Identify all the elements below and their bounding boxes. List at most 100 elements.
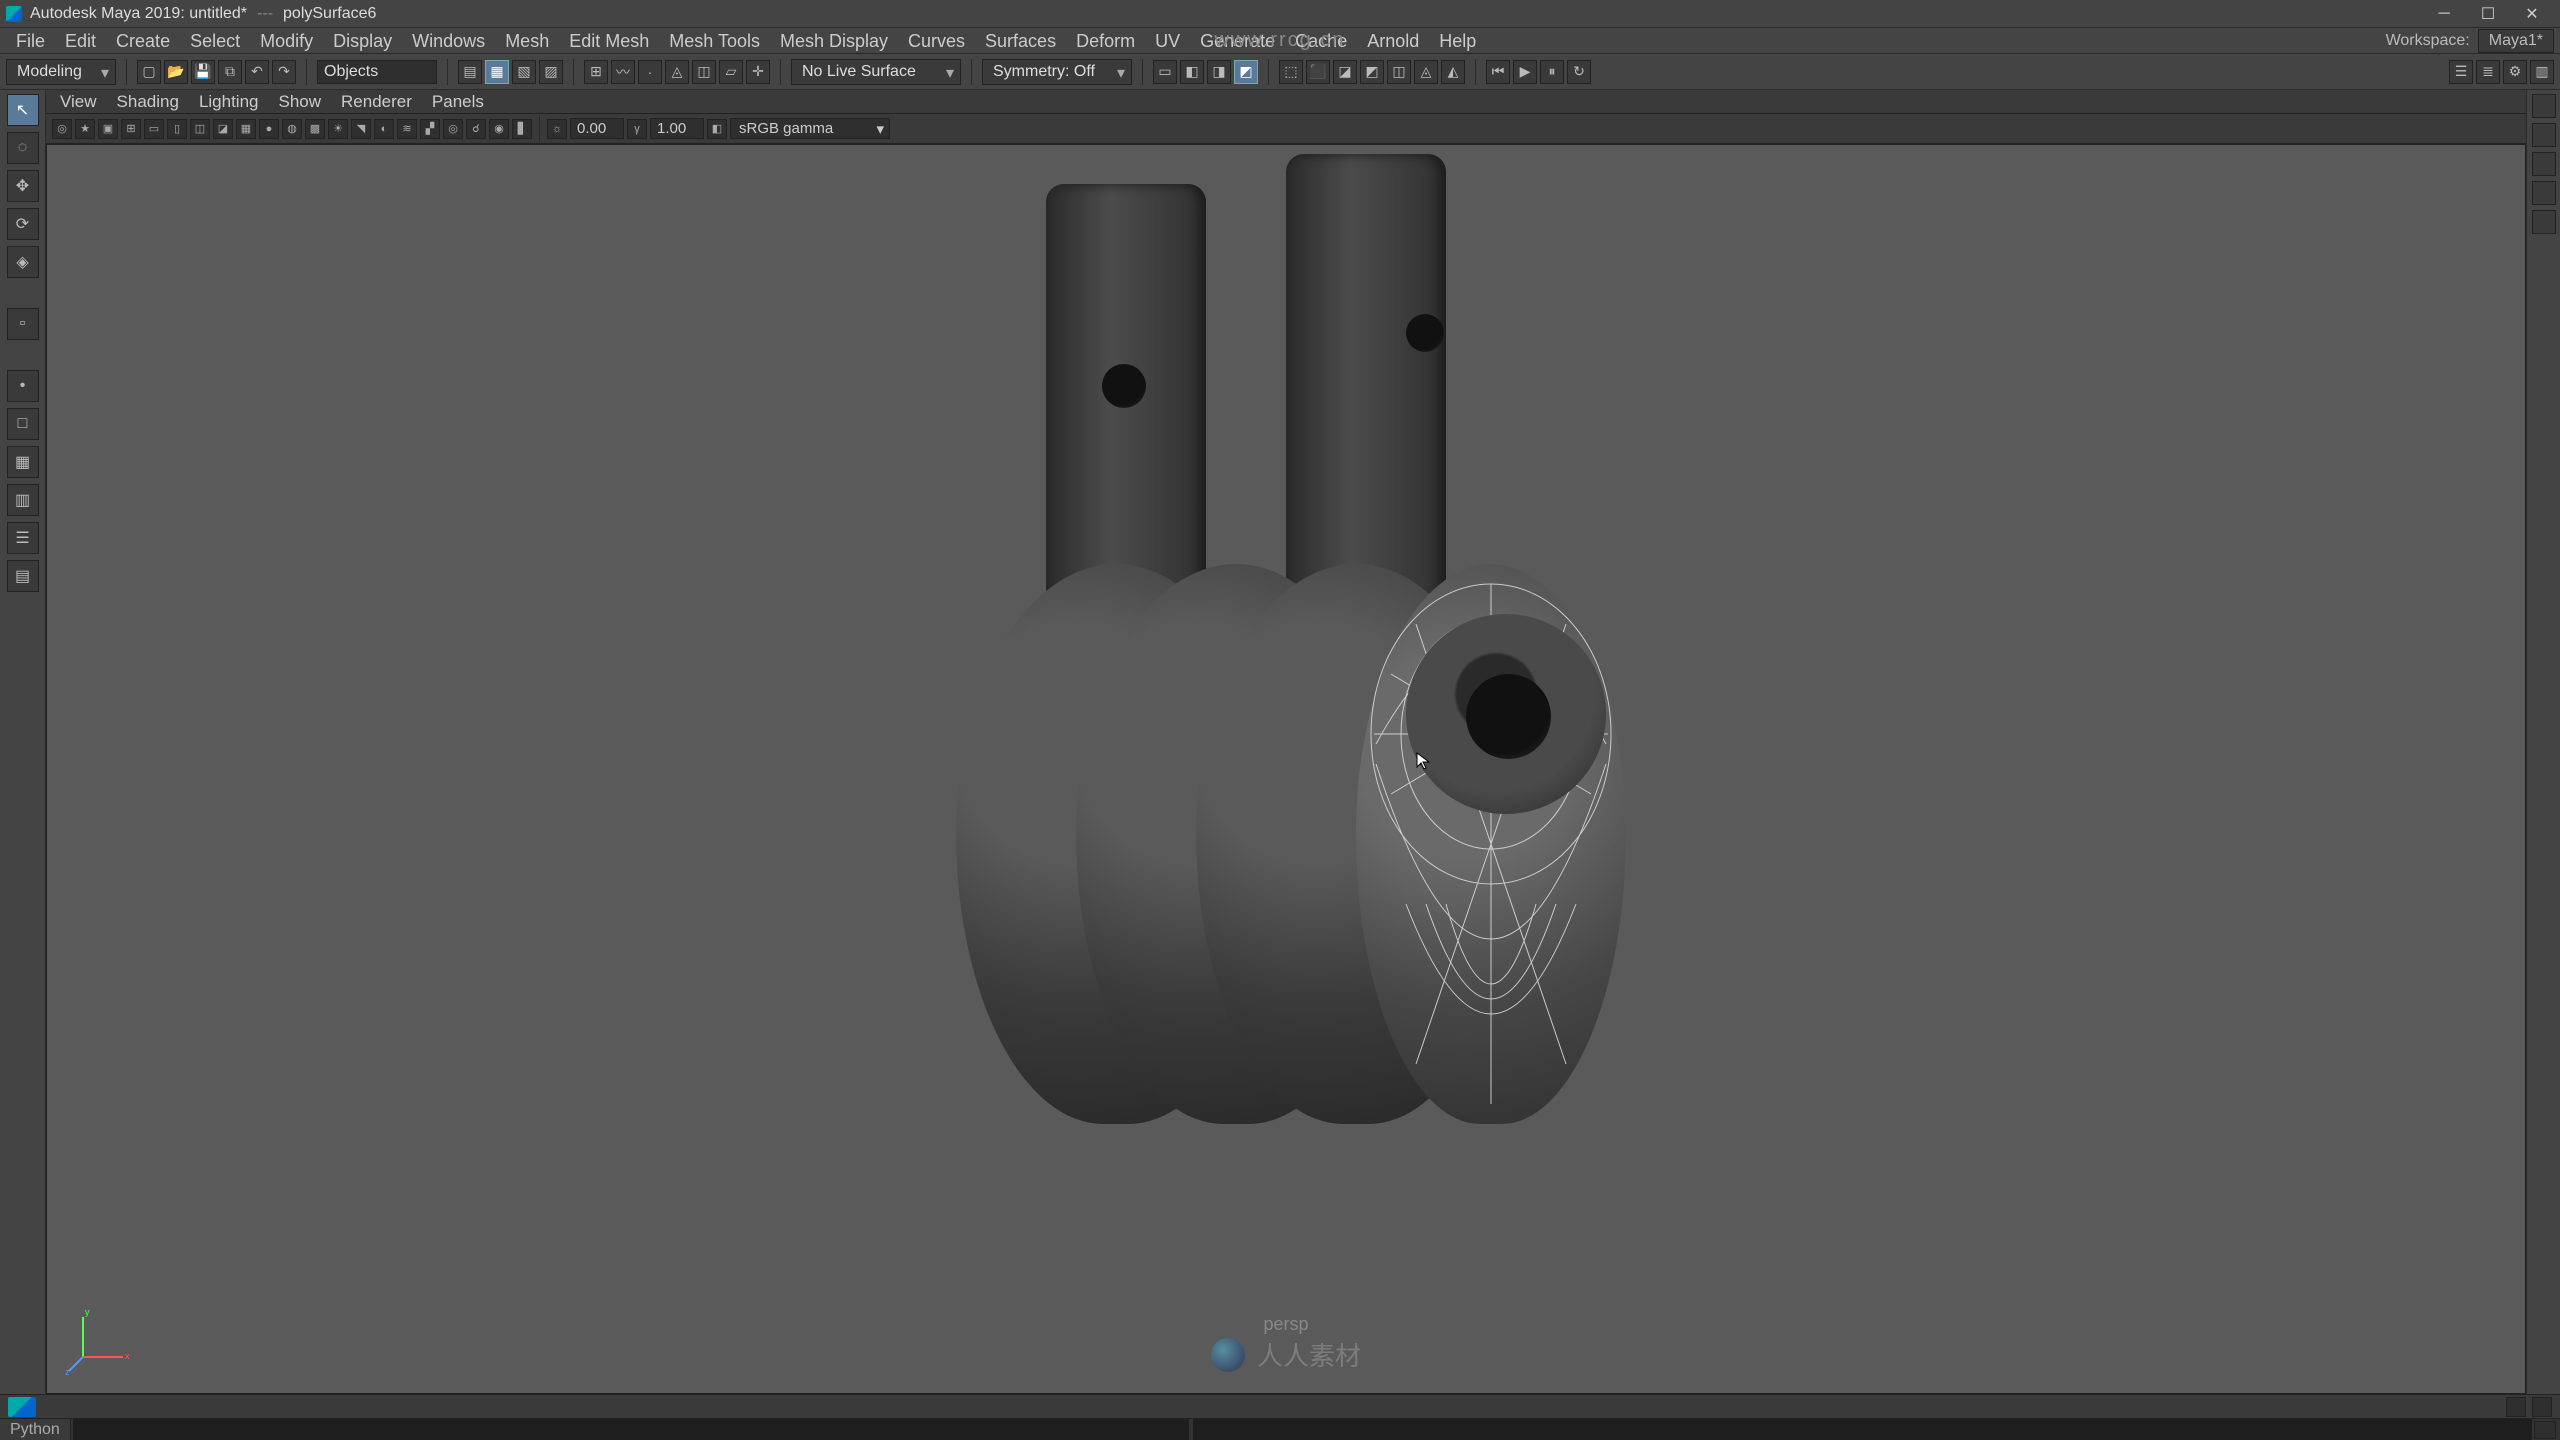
pause-icon[interactable]: ⏸ bbox=[1540, 60, 1564, 84]
open-scene-icon[interactable]: 📂 bbox=[164, 60, 188, 84]
piv-a-icon[interactable]: ⬚ bbox=[1279, 60, 1303, 84]
panelmenu-lighting[interactable]: Lighting bbox=[191, 92, 267, 112]
pt-exposure-icon[interactable]: ☼ bbox=[547, 119, 567, 139]
snap-uv-icon[interactable]: ▱ bbox=[719, 60, 743, 84]
rs-attr-icon[interactable] bbox=[2532, 94, 2556, 118]
menu-mesh-tools[interactable]: Mesh Tools bbox=[659, 28, 770, 54]
pt-xrayactive-icon[interactable]: ◉ bbox=[489, 119, 509, 139]
snap-pivot-icon[interactable]: ✛ bbox=[746, 60, 770, 84]
rs-anim-icon[interactable] bbox=[2532, 210, 2556, 234]
menu-display[interactable]: Display bbox=[323, 28, 402, 54]
piv-b-icon[interactable]: ⬛ bbox=[1306, 60, 1330, 84]
help-line-icon[interactable] bbox=[2532, 1397, 2552, 1417]
constr-c-icon[interactable]: ◨ bbox=[1207, 60, 1231, 84]
piv-e-icon[interactable]: ◫ bbox=[1387, 60, 1411, 84]
rewind-icon[interactable]: ⏮ bbox=[1486, 60, 1510, 84]
menu-select[interactable]: Select bbox=[180, 28, 250, 54]
lasso-tool[interactable]: ◌ bbox=[7, 132, 39, 164]
cmdline-lang-dropdown[interactable]: Python bbox=[0, 1419, 71, 1440]
panelmenu-view[interactable]: View bbox=[52, 92, 105, 112]
pt-camera-bookmark-icon[interactable]: ★ bbox=[75, 119, 95, 139]
script-editor-icon[interactable] bbox=[2506, 1397, 2526, 1417]
save-inc-icon[interactable]: ⧉ bbox=[218, 60, 242, 84]
constr-d-icon[interactable]: ◩ bbox=[1234, 60, 1258, 84]
rs-tool-icon[interactable] bbox=[2532, 181, 2556, 205]
pt-ao-icon[interactable]: ◐ bbox=[374, 119, 394, 139]
pt-motionblur-icon[interactable]: ≋ bbox=[397, 119, 417, 139]
axis-gizmo[interactable]: y x z bbox=[65, 1305, 135, 1375]
soft-select-tool[interactable]: • bbox=[7, 370, 39, 402]
window-close-button[interactable]: ✕ bbox=[2510, 2, 2554, 26]
pt-filmgate-icon[interactable]: ▭ bbox=[144, 119, 164, 139]
piv-d-icon[interactable]: ◩ bbox=[1360, 60, 1384, 84]
live-surface-dropdown[interactable]: No Live Surface bbox=[791, 59, 961, 85]
snap-grid-icon[interactable]: ⊞ bbox=[584, 60, 608, 84]
move-tool[interactable]: ✥ bbox=[7, 170, 39, 202]
cmdline-script-editor-icon[interactable] bbox=[2534, 1421, 2556, 1439]
pt-colormgmt-toggle-icon[interactable]: ◧ bbox=[707, 119, 727, 139]
pt-grid-icon[interactable]: ⊞ bbox=[121, 119, 141, 139]
gamma-field[interactable]: 1.00 bbox=[650, 118, 704, 139]
pt-gamma-icon[interactable]: γ bbox=[627, 119, 647, 139]
menu-file[interactable]: File bbox=[6, 28, 55, 54]
snap-surface-icon[interactable]: ◬ bbox=[665, 60, 689, 84]
exposure-field[interactable]: 0.00 bbox=[570, 118, 624, 139]
sel-component-icon[interactable]: ▧ bbox=[512, 60, 536, 84]
undo-icon[interactable]: ↶ bbox=[245, 60, 269, 84]
layout-two-button[interactable]: ▥ bbox=[7, 484, 39, 516]
pt-resgate-icon[interactable]: ▯ bbox=[167, 119, 187, 139]
pt-xray-icon[interactable]: ◎ bbox=[443, 119, 463, 139]
tool-settings-icon[interactable]: ⚙ bbox=[2503, 60, 2527, 84]
snap-view-icon[interactable]: ◫ bbox=[692, 60, 716, 84]
channel-box-icon[interactable]: ☰ bbox=[2449, 60, 2473, 84]
pt-shadows-icon[interactable]: ◥ bbox=[351, 119, 371, 139]
rotate-tool[interactable]: ⟳ bbox=[7, 208, 39, 240]
panelmenu-renderer[interactable]: Renderer bbox=[333, 92, 420, 112]
select-tool[interactable]: ↖ bbox=[7, 94, 39, 126]
panelmenu-panels[interactable]: Panels bbox=[424, 92, 492, 112]
snap-point-icon[interactable]: · bbox=[638, 60, 662, 84]
pt-isolate-icon[interactable]: ▣ bbox=[98, 119, 118, 139]
rs-layer-icon[interactable] bbox=[2532, 152, 2556, 176]
pt-shadedwire-icon[interactable]: ◍ bbox=[282, 119, 302, 139]
piv-f-icon[interactable]: ◬ bbox=[1414, 60, 1438, 84]
cmdline-input[interactable] bbox=[73, 1419, 1189, 1440]
last-tool[interactable]: ▫ bbox=[7, 308, 39, 340]
menu-windows[interactable]: Windows bbox=[402, 28, 495, 54]
menu-surfaces[interactable]: Surfaces bbox=[975, 28, 1066, 54]
pt-lights-icon[interactable]: ☀ bbox=[328, 119, 348, 139]
menu-create[interactable]: Create bbox=[106, 28, 180, 54]
pt-safeaction-icon[interactable]: ◫ bbox=[190, 119, 210, 139]
piv-g-icon[interactable]: ◭ bbox=[1441, 60, 1465, 84]
pt-aa-icon[interactable]: ▞ bbox=[420, 119, 440, 139]
menu-help[interactable]: Help bbox=[1429, 28, 1486, 54]
symmetry-dropdown[interactable]: Symmetry: Off bbox=[982, 59, 1132, 85]
panelmenu-show[interactable]: Show bbox=[271, 92, 330, 112]
sel-multi-icon[interactable]: ▨ bbox=[539, 60, 563, 84]
new-scene-icon[interactable]: ▢ bbox=[137, 60, 161, 84]
pt-camera-select-icon[interactable]: ◎ bbox=[52, 119, 72, 139]
menuset-dropdown[interactable]: Modeling bbox=[6, 59, 116, 85]
window-maximize-button[interactable]: ☐ bbox=[2466, 2, 2510, 26]
layout-four-button[interactable]: ▦ bbox=[7, 446, 39, 478]
loop-icon[interactable]: ↻ bbox=[1567, 60, 1591, 84]
snap-curve-icon[interactable]: 〰 bbox=[611, 60, 635, 84]
pt-textured-icon[interactable]: ▩ bbox=[305, 119, 325, 139]
pt-shaded-icon[interactable]: ● bbox=[259, 119, 279, 139]
menu-modify[interactable]: Modify bbox=[250, 28, 323, 54]
pt-gpu-icon[interactable]: ▋ bbox=[512, 119, 532, 139]
menu-edit[interactable]: Edit bbox=[55, 28, 106, 54]
menu-edit-mesh[interactable]: Edit Mesh bbox=[559, 28, 659, 54]
color-management-dropdown[interactable]: sRGB gamma bbox=[730, 118, 890, 139]
panelmenu-shading[interactable]: Shading bbox=[109, 92, 187, 112]
viewport-persp[interactable]: persp 人人素材 y x z bbox=[46, 144, 2526, 1394]
menu-mesh-display[interactable]: Mesh Display bbox=[770, 28, 898, 54]
window-minimize-button[interactable]: ─ bbox=[2422, 2, 2466, 26]
attr-editor-icon[interactable]: ≣ bbox=[2476, 60, 2500, 84]
menu-deform[interactable]: Deform bbox=[1066, 28, 1145, 54]
constr-b-icon[interactable]: ◧ bbox=[1180, 60, 1204, 84]
play-icon[interactable]: ▶ bbox=[1513, 60, 1537, 84]
modeling-toolkit-icon[interactable]: ▥ bbox=[2530, 60, 2554, 84]
save-scene-icon[interactable]: 💾 bbox=[191, 60, 215, 84]
menu-arnold[interactable]: Arnold bbox=[1357, 28, 1429, 54]
